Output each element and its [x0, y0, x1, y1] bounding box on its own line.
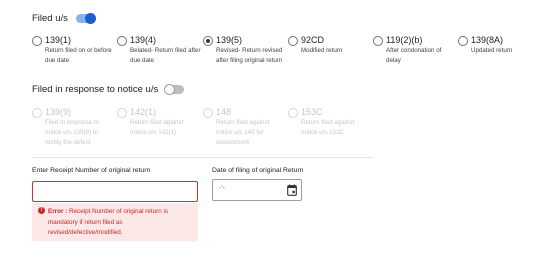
radio-button[interactable]: [117, 36, 127, 46]
option-label: 139(4): [130, 35, 157, 45]
option-description: Filed in response to notice u/s 139(9) t…: [45, 119, 99, 146]
option-description: Belated- Return filed after due date: [130, 47, 201, 64]
filed-us-toggle[interactable]: [75, 13, 96, 24]
notice-toggle[interactable]: [164, 84, 185, 95]
radio-button: [117, 108, 127, 118]
error-message-box: ! Error : Receipt Number of original ret…: [32, 203, 198, 241]
filing-date-label: Date of filing of original Return: [212, 167, 304, 174]
option-label: 148: [216, 107, 232, 117]
notice-header: Filed in response to notice u/s: [32, 84, 185, 95]
option-description: Return filed against notice u/s 148 for …: [216, 119, 270, 146]
radio-button[interactable]: [373, 36, 383, 46]
toggle-knob: [164, 84, 176, 95]
option-description: Return filed against notice u/s 142(1): [130, 119, 184, 136]
option-label: 142(1): [130, 107, 157, 117]
filed-us-title: Filed u/s: [32, 13, 68, 24]
receipt-number-input[interactable]: [32, 181, 198, 202]
option-description: Return filed on or before due date: [45, 47, 112, 64]
option-description: Modified return: [301, 47, 343, 54]
option-description: Updated return: [471, 47, 513, 54]
notice-title: Filed in response to notice u/s: [32, 84, 159, 95]
radio-button: [288, 108, 298, 118]
calendar-icon[interactable]: [287, 184, 297, 196]
error-icon: !: [38, 207, 45, 214]
option-description: After condonation of delay: [386, 47, 442, 64]
filed-us-header: Filed u/s: [32, 13, 96, 24]
error-title: Error :: [48, 208, 68, 215]
radio-button[interactable]: [203, 36, 213, 46]
option-label: 92CD: [301, 35, 325, 45]
option-description: Revised- Return revised after filing ori…: [216, 47, 283, 64]
receipt-number-label: Enter Receipt Number of original return: [32, 167, 151, 174]
option-label: 139(8A): [471, 35, 504, 45]
option-description: Return filed against notice u/s 153C: [301, 119, 355, 136]
option-label: 139(5): [216, 35, 243, 45]
option-label: 153C: [301, 107, 323, 117]
option-label: 139(9): [45, 107, 72, 117]
section-divider: [32, 157, 373, 158]
filing-date-input[interactable]: -'-: [212, 179, 302, 201]
radio-button[interactable]: [288, 36, 298, 46]
radio-button: [203, 108, 213, 118]
date-placeholder: -'-: [219, 185, 225, 192]
radio-button[interactable]: [32, 36, 42, 46]
option-label: 139(1): [45, 35, 72, 45]
radio-button[interactable]: [458, 36, 468, 46]
error-text: Error : Receipt Number of original retur…: [48, 207, 194, 239]
option-label: 119(2)(b): [386, 35, 423, 45]
toggle-knob: [84, 13, 96, 24]
radio-button: [32, 108, 42, 118]
